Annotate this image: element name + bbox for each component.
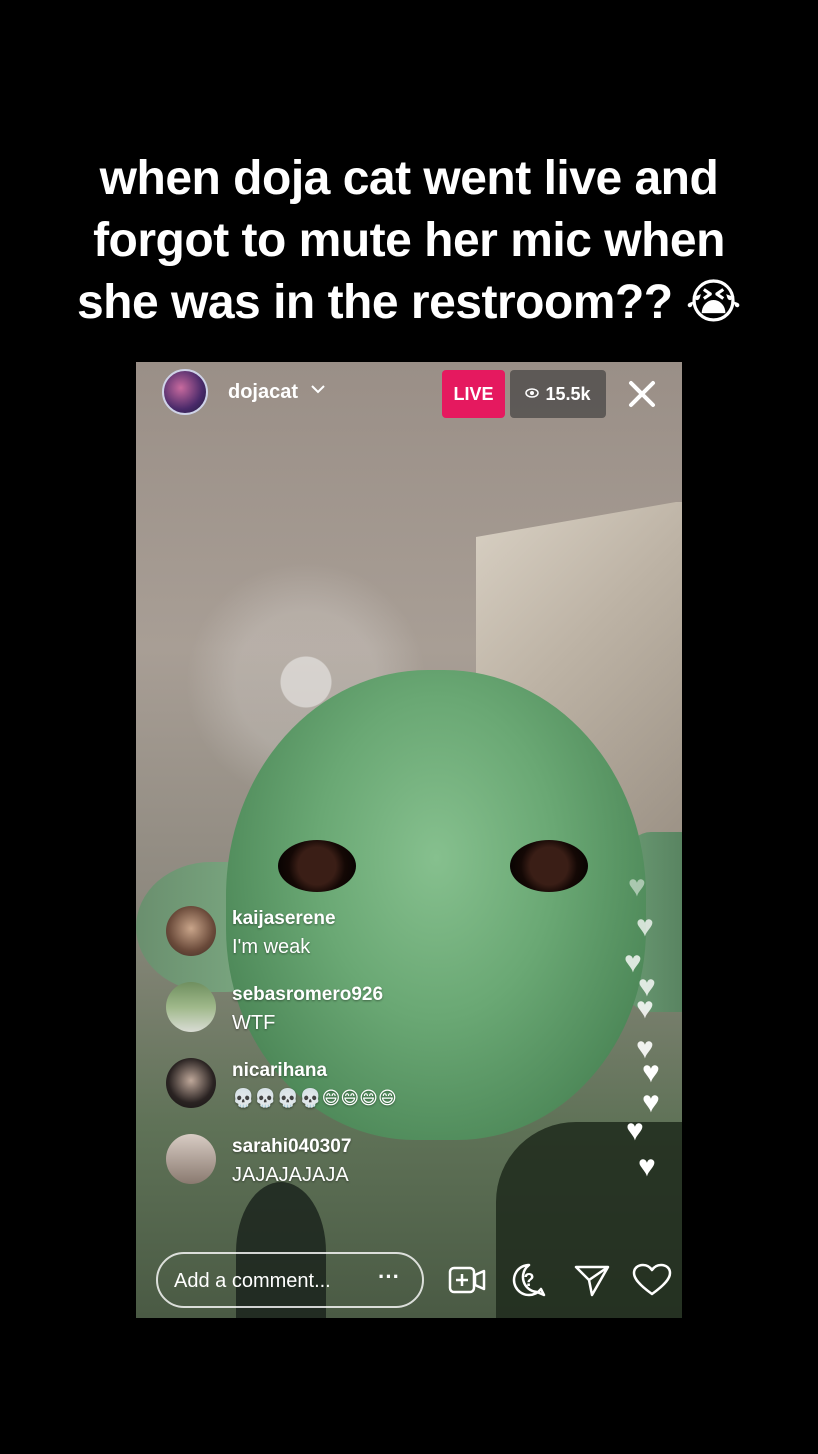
comment-username[interactable]: sebasromero926 [232, 984, 383, 1006]
comment-username[interactable]: sarahi040307 [232, 1136, 351, 1158]
comment-placeholder: Add a comment... [174, 1270, 331, 1292]
comment-item: sebasromero926 WTF [166, 978, 526, 1054]
caption-line-1: when doja cat went live and [99, 152, 719, 205]
live-top-bar: dojacat LIVE 15.5k [136, 362, 682, 426]
heart-icon: ♥ [636, 910, 654, 943]
host-username[interactable]: dojacat [228, 381, 298, 404]
floating-hearts: ♥ ♥ ♥ ♥ ♥ ♥ ♥ ♥ ♥ ♥ [624, 862, 676, 1183]
viewer-count-badge[interactable]: 15.5k [510, 370, 606, 418]
comment-item: sarahi040307 JAJAJAJAJA [166, 1130, 526, 1206]
commenter-avatar[interactable] [166, 906, 216, 956]
comment-text: I'm weak [232, 936, 311, 958]
commenter-avatar[interactable] [166, 982, 216, 1032]
comment-feed: kaijaserene I'm weak sebasromero926 WTF … [166, 902, 526, 1206]
heart-icon: ♥ [642, 1056, 660, 1089]
caption-line-2: forgot to mute her mic when [93, 214, 725, 267]
video-caption: when doja cat went live and forgot to mu… [0, 148, 818, 334]
svg-text:?: ? [524, 1270, 535, 1290]
filter-eye-left [278, 840, 356, 892]
viewer-count: 15.5k [545, 383, 591, 404]
heart-icon: ♥ [642, 1086, 660, 1119]
host-avatar[interactable] [162, 369, 208, 415]
heart-icon: ♥ [628, 870, 646, 903]
add-video-icon[interactable] [448, 1262, 488, 1298]
comment-item: kaijaserene I'm weak [166, 902, 526, 978]
caption-line-3: she was in the restroom?? 😭 [76, 276, 742, 329]
live-stream-screen: dojacat LIVE 15.5k kaijaserene I'm weak … [136, 362, 682, 1318]
question-icon[interactable]: ? [510, 1262, 550, 1298]
heart-icon: ♥ [636, 992, 654, 1025]
comment-username[interactable]: nicarihana [232, 1060, 327, 1082]
heart-icon: ♥ [638, 1150, 656, 1183]
comment-input[interactable]: Add a comment... ··· [156, 1252, 424, 1308]
chevron-down-icon[interactable] [310, 382, 326, 400]
comment-text: 💀💀💀💀😄😄😄😄 [232, 1088, 397, 1108]
comment-text: WTF [232, 1012, 276, 1034]
live-bottom-bar: Add a comment... ··· ? [136, 1248, 682, 1312]
send-icon[interactable] [572, 1262, 612, 1298]
filter-eye-right [510, 840, 588, 892]
heart-icon[interactable] [632, 1262, 672, 1298]
close-icon[interactable] [622, 370, 662, 418]
more-icon[interactable]: ··· [378, 1264, 400, 1290]
heart-icon: ♥ [626, 1114, 644, 1147]
eye-icon [525, 387, 540, 401]
comment-username[interactable]: kaijaserene [232, 908, 336, 930]
live-badge: LIVE [442, 370, 505, 418]
commenter-avatar[interactable] [166, 1058, 216, 1108]
comment-item: nicarihana 💀💀💀💀😄😄😄😄 [166, 1054, 526, 1130]
commenter-avatar[interactable] [166, 1134, 216, 1184]
comment-text: JAJAJAJAJA [232, 1164, 349, 1186]
